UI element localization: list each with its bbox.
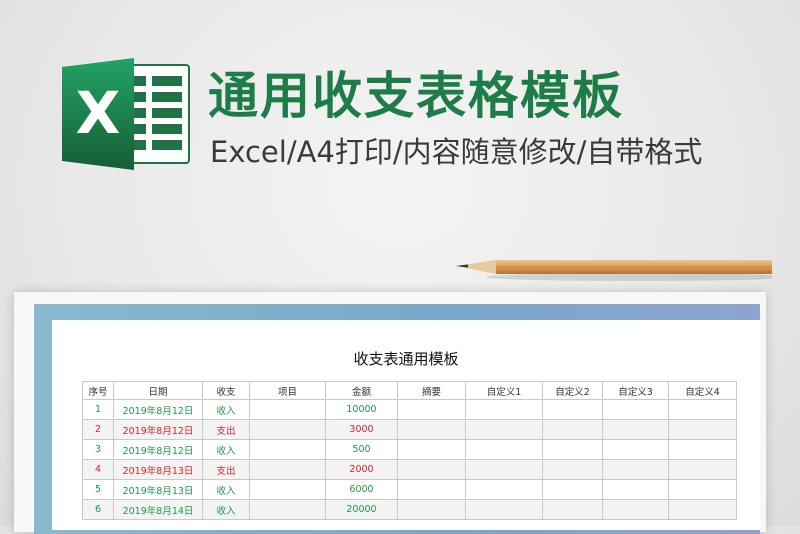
- cell-type[interactable]: 收入: [202, 439, 250, 460]
- cell-type[interactable]: 支出: [202, 459, 250, 480]
- cell-amount[interactable]: 3000: [325, 419, 398, 440]
- cell-type[interactable]: 收入: [202, 499, 250, 520]
- cell-custom1[interactable]: [465, 459, 543, 480]
- cell-custom1[interactable]: [465, 479, 543, 500]
- cell-custom2[interactable]: [542, 399, 603, 420]
- cell-date[interactable]: 2019年8月12日: [113, 419, 203, 440]
- table-row: 2 2019年8月12日 支出 3000: [82, 419, 737, 440]
- cell-item[interactable]: [249, 399, 326, 420]
- cell-custom4[interactable]: [668, 439, 737, 460]
- cell-custom3[interactable]: [602, 439, 669, 460]
- cell-no[interactable]: 4: [82, 459, 114, 480]
- column-header[interactable]: 自定义1: [465, 381, 543, 400]
- pencil-icon: [456, 260, 772, 281]
- cell-custom4[interactable]: [668, 399, 737, 420]
- cell-custom1[interactable]: [465, 399, 543, 420]
- cell-amount[interactable]: 500: [325, 439, 398, 460]
- cell-custom3[interactable]: [602, 459, 669, 480]
- table-row: 3 2019年8月12日 收入 500: [82, 439, 737, 460]
- cell-custom4[interactable]: [668, 479, 737, 500]
- cell-item[interactable]: [249, 439, 326, 460]
- cell-no[interactable]: 1: [82, 399, 114, 420]
- cell-amount[interactable]: 20000: [325, 499, 398, 520]
- cell-type[interactable]: 收入: [202, 479, 250, 500]
- cell-no[interactable]: 2: [82, 419, 114, 440]
- cell-custom4[interactable]: [668, 459, 737, 480]
- cell-item[interactable]: [249, 419, 326, 440]
- column-header[interactable]: 自定义2: [542, 381, 603, 400]
- cell-summary[interactable]: [397, 419, 466, 440]
- cell-custom2[interactable]: [542, 479, 603, 500]
- cell-date[interactable]: 2019年8月14日: [113, 499, 203, 520]
- cell-type[interactable]: 收入: [202, 399, 250, 420]
- cell-custom1[interactable]: [465, 439, 543, 460]
- banner-subtitle: Excel/A4打印/内容随意修改/自带格式: [210, 135, 703, 169]
- cell-custom2[interactable]: [542, 439, 603, 460]
- cell-custom4[interactable]: [668, 499, 737, 520]
- cell-summary[interactable]: [397, 499, 466, 520]
- table-header-row: 序号 日期 收支 项目 金额 摘要 自定义1 自定义2 自定义3 自定义4: [82, 381, 737, 400]
- cell-custom3[interactable]: [602, 419, 669, 440]
- column-header[interactable]: 金额: [325, 381, 398, 400]
- cell-custom4[interactable]: [668, 419, 737, 440]
- column-header[interactable]: 序号: [82, 381, 114, 400]
- excel-logo-icon: X: [62, 58, 194, 170]
- cell-amount[interactable]: 10000: [325, 399, 398, 420]
- cell-type[interactable]: 支出: [202, 419, 250, 440]
- column-header[interactable]: 项目: [249, 381, 326, 400]
- cell-item[interactable]: [249, 459, 326, 480]
- column-header[interactable]: 收支: [202, 381, 250, 400]
- table-row: 1 2019年8月12日 收入 10000: [82, 399, 737, 420]
- cell-amount[interactable]: 6000: [325, 479, 398, 500]
- cell-summary[interactable]: [397, 479, 466, 500]
- logo-letter: X: [75, 79, 121, 147]
- cell-custom3[interactable]: [602, 479, 669, 500]
- column-header[interactable]: 日期: [113, 381, 203, 400]
- cell-custom3[interactable]: [602, 399, 669, 420]
- cell-custom2[interactable]: [542, 499, 603, 520]
- cell-summary[interactable]: [397, 459, 466, 480]
- cell-no[interactable]: 5: [82, 479, 114, 500]
- table-row: 6 2019年8月14日 收入 20000: [82, 499, 737, 520]
- cell-custom3[interactable]: [602, 499, 669, 520]
- income-expense-table: 序号 日期 收支 项目 金额 摘要 自定义1 自定义2 自定义3 自定义4 1 …: [82, 381, 737, 520]
- sheet-title: 收支表通用模板: [353, 350, 459, 368]
- cell-amount[interactable]: 2000: [325, 459, 398, 480]
- cell-item[interactable]: [249, 479, 326, 500]
- column-header[interactable]: 自定义3: [602, 381, 669, 400]
- banner-title: 通用收支表格模板: [208, 67, 624, 125]
- cell-item[interactable]: [249, 499, 326, 520]
- cell-custom1[interactable]: [465, 499, 543, 520]
- cell-no[interactable]: 3: [82, 439, 114, 460]
- cell-custom2[interactable]: [542, 419, 603, 440]
- cell-date[interactable]: 2019年8月13日: [113, 459, 203, 480]
- cell-date[interactable]: 2019年8月12日: [113, 399, 203, 420]
- column-header[interactable]: 摘要: [397, 381, 466, 400]
- cell-no[interactable]: 6: [82, 499, 114, 520]
- cell-date[interactable]: 2019年8月13日: [113, 479, 203, 500]
- cell-custom1[interactable]: [465, 419, 543, 440]
- table-row: 5 2019年8月13日 收入 6000: [82, 479, 737, 500]
- table-row: 4 2019年8月13日 支出 2000: [82, 459, 737, 480]
- cell-date[interactable]: 2019年8月12日: [113, 439, 203, 460]
- cell-summary[interactable]: [397, 439, 466, 460]
- column-header[interactable]: 自定义4: [668, 381, 737, 400]
- cell-custom2[interactable]: [542, 459, 603, 480]
- cell-summary[interactable]: [397, 399, 466, 420]
